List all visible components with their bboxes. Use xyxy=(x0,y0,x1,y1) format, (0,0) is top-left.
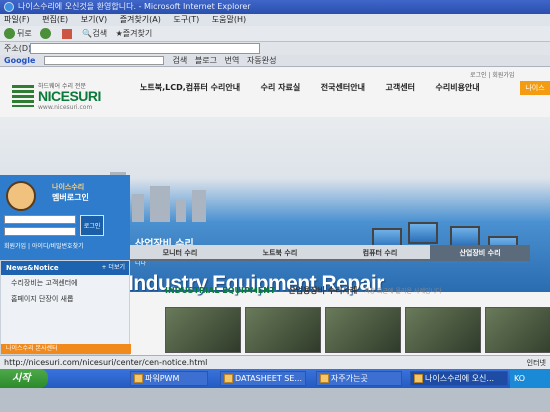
side-tab[interactable]: 나이스 xyxy=(520,81,550,95)
status-zone: 인터넷 xyxy=(526,359,546,367)
tab-computer[interactable]: 컴퓨터 수리 xyxy=(330,245,430,261)
forward-arrow-icon xyxy=(40,28,52,39)
tab-monitor[interactable]: 모니터 수리 xyxy=(130,245,230,261)
login-links[interactable]: 회원가입 | 아이디/비밀번호찾기 xyxy=(4,241,84,250)
google-translate-button[interactable]: 번역 xyxy=(225,56,240,65)
section-title: INDUSTRIAL EQUIPMENT xyxy=(165,286,276,295)
section-subtitle: 산업용장비 수리사례 xyxy=(288,286,358,295)
folder-icon xyxy=(134,374,143,383)
taskbar-item[interactable]: DATASHEET SE... xyxy=(220,371,306,386)
case-thumbnail[interactable] xyxy=(245,307,321,353)
news-item[interactable]: 홈페이지 단장이 새롭 xyxy=(1,291,129,307)
monitor-bezel xyxy=(0,388,550,412)
tab-notebook[interactable]: 노트북 수리 xyxy=(230,245,330,261)
logo-name: NICESURI xyxy=(38,88,101,104)
mascot-avatar xyxy=(6,181,36,211)
menu-tools[interactable]: 도구(T) xyxy=(173,15,199,24)
login-label: 멤버로그인 xyxy=(52,193,89,202)
star-icon: ★ xyxy=(115,29,123,38)
news-panel: News&Notice + 더보기 수리장비는 고객센터에 홈페이지 단장이 새… xyxy=(0,260,131,355)
folder-icon xyxy=(320,374,329,383)
forward-button[interactable] xyxy=(40,26,53,41)
google-blog-button[interactable]: 블로그 xyxy=(195,56,217,65)
screen: 나이스수리에 오신것을 환영합니다. - Microsoft Internet … xyxy=(0,0,550,412)
stop-icon xyxy=(61,28,72,39)
logo-mark-icon xyxy=(12,85,34,107)
address-label: 주소(D) xyxy=(4,44,32,53)
news-title: News&Notice xyxy=(6,264,59,272)
search-icon: 🔍 xyxy=(82,29,93,38)
google-toolbar: Google 검색 블로그 번역 자동완성 xyxy=(0,55,550,67)
ie-icon xyxy=(4,2,14,12)
login-label-top: 나이스수리 xyxy=(52,183,85,191)
stop-button[interactable] xyxy=(61,26,74,41)
google-search-button[interactable]: 검색 xyxy=(173,56,188,65)
search-button[interactable]: 🔍검색 xyxy=(82,26,107,41)
menu-favorites[interactable]: 즐겨찾기(A) xyxy=(120,15,161,24)
nav-repair-guide[interactable]: 노트북,LCD,컴퓨터 수리안내 xyxy=(140,82,240,93)
address-bar: 주소(D) xyxy=(0,42,550,55)
ie-icon xyxy=(414,374,423,383)
logo-url: www.nicesuri.com xyxy=(38,104,93,111)
login-button[interactable]: 로그인 xyxy=(80,215,104,236)
case-thumbnail[interactable] xyxy=(165,307,241,353)
login-id-input[interactable] xyxy=(4,215,76,224)
section-note: 가장 최근에 올라온 사례입니다 xyxy=(364,288,442,295)
folder-icon xyxy=(224,374,233,383)
taskbar-item[interactable]: 파워PWM xyxy=(130,371,208,386)
login-password-input[interactable] xyxy=(4,227,76,236)
category-tabs: 모니터 수리 노트북 수리 컴퓨터 수리 산업장비 수리 xyxy=(130,245,530,261)
google-autofill-button[interactable]: 자동완성 xyxy=(247,56,276,65)
news-item[interactable]: 수리장비는 고객센터에 xyxy=(1,275,129,291)
browser-toolbar: 뒤로 🔍검색 ★즐겨찾기 xyxy=(0,26,550,42)
site-logo[interactable]: 하드웨어 수리 전문 NICESURI www.nicesuri.com xyxy=(12,79,127,113)
menu-view[interactable]: 보기(V) xyxy=(81,15,107,24)
top-nav: 노트북,LCD,컴퓨터 수리안내 수리 자료실 전국센터안내 고객센터 수리비용… xyxy=(140,82,540,96)
google-logo: Google xyxy=(4,56,36,65)
nav-pricing[interactable]: 수리비용안내 xyxy=(435,82,479,93)
news-more-link[interactable]: + 더보기 xyxy=(102,261,126,275)
case-thumbnail[interactable] xyxy=(405,307,481,353)
case-thumbnails xyxy=(165,307,550,355)
start-button[interactable]: 시작 xyxy=(0,369,48,388)
login-panel: 나이스수리 멤버로그인 로그인 회원가입 | 아이디/비밀번호찾기 xyxy=(0,175,130,260)
back-arrow-icon xyxy=(4,28,15,39)
news-footer-link[interactable]: 나이스수리 본사센터 xyxy=(1,344,131,354)
nav-centers[interactable]: 전국센터안내 xyxy=(321,82,365,93)
nav-archive[interactable]: 수리 자료실 xyxy=(261,82,301,93)
window-title-bar: 나이스수리에 오신것을 환영합니다. - Microsoft Internet … xyxy=(0,0,550,14)
status-url: http://nicesuri.com/nicesuri/center/cen-… xyxy=(4,358,208,367)
favorites-button[interactable]: ★즐겨찾기 xyxy=(115,26,153,41)
case-thumbnail[interactable] xyxy=(325,307,401,353)
menu-file[interactable]: 파일(F) xyxy=(4,15,30,24)
window-title: 나이스수리에 오신것을 환영합니다. - Microsoft Internet … xyxy=(18,2,251,11)
news-header: News&Notice + 더보기 xyxy=(1,261,129,275)
address-input[interactable] xyxy=(30,43,260,54)
utility-links[interactable]: 로그인 | 회원가입 xyxy=(470,70,514,79)
back-button[interactable]: 뒤로 xyxy=(4,26,32,41)
nav-support[interactable]: 고객센터 xyxy=(385,82,414,93)
system-tray[interactable]: KO xyxy=(510,369,550,388)
menu-edit[interactable]: 편집(E) xyxy=(42,15,68,24)
case-thumbnail[interactable] xyxy=(485,307,550,353)
web-page: 하드웨어 수리 전문 NICESURI www.nicesuri.com 로그인… xyxy=(0,67,550,355)
google-search-input[interactable] xyxy=(44,56,164,65)
taskbar-item-active[interactable]: 나이스수리에 오신... xyxy=(410,371,508,386)
tab-industrial[interactable]: 산업장비 수리 xyxy=(430,245,530,261)
menu-bar: 파일(F) 편집(E) 보기(V) 즐겨찾기(A) 도구(T) 도움말(H) xyxy=(0,14,550,26)
menu-help[interactable]: 도움말(H) xyxy=(212,15,246,24)
section-heading: INDUSTRIAL EQUIPMENT 산업용장비 수리사례 가장 최근에 올… xyxy=(165,285,442,296)
status-bar: http://nicesuri.com/nicesuri/center/cen-… xyxy=(0,355,550,369)
taskbar-item[interactable]: 자주가는곳 xyxy=(316,371,402,386)
taskbar: 시작 파워PWM DATASHEET SE... 자주가는곳 나이스수리에 오신… xyxy=(0,369,550,388)
